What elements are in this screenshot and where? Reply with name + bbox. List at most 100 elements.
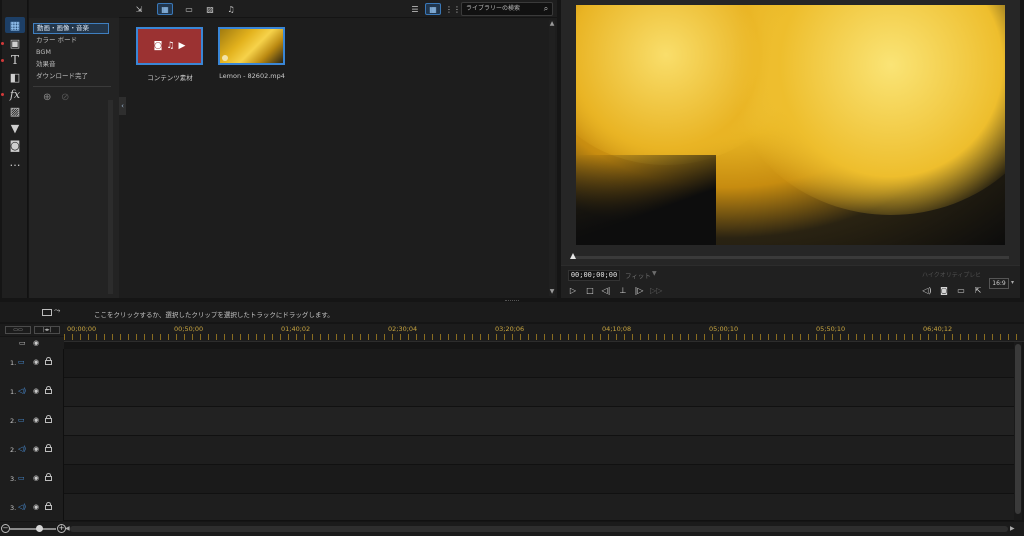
category-bgm[interactable]: BGM [33,47,109,58]
video-track-icon[interactable]: ▭ [18,474,25,482]
content-assets-tile[interactable]: ◙ ♫ ▶ [136,27,203,65]
eye-icon[interactable]: ◉ [33,358,39,366]
particle-icon[interactable]: ▼ [5,120,25,136]
scroll-down-icon[interactable]: ▼ [549,288,555,295]
track-lane[interactable] [65,465,1014,494]
effects-icon[interactable]: fx [5,86,25,102]
play-icon[interactable]: ▷ [567,285,579,296]
track-view-button[interactable]: ▭▭ [5,326,31,334]
scroll-up-icon[interactable]: ▲ [549,20,555,27]
eye-icon[interactable]: ◉ [33,503,39,511]
category-scrollbar[interactable] [108,100,113,294]
camera-snapshot-icon[interactable]: ◙ [938,285,950,296]
high-quality-preview-label[interactable]: ハイクオリティプレビュー [922,270,980,279]
scroll-right-icon[interactable]: ▶ [1010,525,1015,532]
preview-video-frame[interactable] [576,5,1005,245]
notification-dot [1,93,4,96]
color-board-icon[interactable]: ▣ [5,35,25,51]
audio-track-icon[interactable]: ◁) [18,503,26,511]
audio-track-icon[interactable]: ◁) [18,387,26,395]
subtitles-icon[interactable]: ▭ [955,285,967,296]
timeline-hint: ここをクリックするか、選択したクリップを選択したトラックにドラッグします。 [94,311,334,319]
previous-frame-icon[interactable]: ◁| [600,285,612,296]
pip-icon[interactable]: ▨ [5,103,25,119]
lock-icon[interactable] [45,502,52,510]
title-icon[interactable]: T [5,52,25,68]
chevron-down-icon[interactable]: ▼ [652,270,657,277]
eye-icon[interactable]: ◉ [33,387,39,395]
timeline-ruler[interactable]: 00;00;00 00;50;00 01;40;02 02;30;04 03;2… [64,324,1024,342]
lock-icon[interactable] [45,444,52,452]
aspect-ratio-button[interactable]: 16:9 [989,278,1009,289]
snapshot-range-icon[interactable]: ⊥ [617,285,629,296]
video-track-icon[interactable]: ▭ [18,358,25,366]
track-manager-icon[interactable] [42,309,52,316]
timeline-vertical-scrollbar[interactable] [1014,342,1022,520]
track-lane[interactable] [65,378,1014,407]
timeline-horizontal-scrollbar[interactable] [70,526,1008,532]
category-sound-effects[interactable]: 効果音 [33,59,109,70]
audio-track-icon[interactable]: ◁) [18,445,26,453]
track-number: 3. [10,475,17,483]
import-media-icon[interactable]: ⇲ [131,3,147,15]
details-view-icon[interactable]: ☰ [407,3,423,15]
eye-icon[interactable]: ◉ [33,416,39,424]
eye-icon[interactable]: ◉ [33,474,39,482]
fit-timeline-button[interactable]: |◂▸| [34,326,60,334]
transition-icon[interactable]: ◧ [5,69,25,85]
more-icon[interactable]: … [5,154,25,170]
ruler-label: 00;00;00 [67,325,97,333]
timecode-display[interactable]: 00;00;00;00 [568,270,620,281]
thumbnail-view-icon[interactable]: ▦ [425,3,441,15]
track-lane[interactable] [65,349,1014,378]
category-color-board[interactable]: カラー ボード [33,35,109,46]
track-lane[interactable] [65,407,1014,436]
library-scrollbar[interactable]: ▲ ▼ [549,20,555,296]
undock-icon[interactable]: ⇱ [972,285,984,296]
media-room-icon[interactable]: ▦ [5,17,25,33]
next-frame-icon[interactable]: |▷ [633,285,645,296]
library-menu-icon[interactable]: ⋮⋮ [445,3,461,15]
lock-icon[interactable] [45,386,52,394]
camera-icon: ◙ [153,41,163,51]
add-tag-icon[interactable]: ⊕ [43,92,51,103]
track-lane[interactable] [65,436,1014,465]
overlay-icon[interactable]: ◙ [5,137,25,153]
fast-forward-icon[interactable]: ▷▷ [650,285,662,296]
filter-image-icon[interactable]: ▨ [202,3,218,15]
track-row: 1. ▭ ◉ [0,349,1014,378]
category-downloaded[interactable]: ダウンロード完了 [33,71,109,82]
lock-icon[interactable] [45,473,52,481]
lemon-video-thumbnail[interactable] [218,27,285,65]
stop-icon[interactable]: □ [584,285,596,296]
playhead-marker[interactable] [570,253,576,259]
search-icon[interactable]: ⌕ [540,2,552,16]
track-lane[interactable] [65,494,1014,521]
volume-icon[interactable]: ◁) [921,285,933,296]
scroll-left-icon[interactable]: ◀ [65,525,70,532]
category-media[interactable]: 動画・画像・音楽 [33,23,109,34]
filter-all-icon[interactable]: ▦ [157,3,173,15]
eye-icon[interactable]: ◉ [33,445,39,453]
split-clip-icon[interactable]: ⤳ [54,306,60,316]
video-track-icon[interactable]: ▭ [18,416,25,424]
lock-icon[interactable] [45,357,52,365]
zoom-out-icon[interactable]: − [1,524,10,533]
chevron-down-icon[interactable]: ▾ [1011,279,1014,286]
ruler-ticks [64,334,1024,340]
collapse-panel-button[interactable]: ‹ [119,97,126,115]
remove-tag-icon[interactable]: ⊘ [61,92,69,103]
preview-panel: 00;00;00;00 フィット ▼ ハイクオリティプレビュー 16:9 ▾ ▷… [561,0,1020,298]
scroll-thumb[interactable] [1015,344,1021,514]
zoom-slider-handle[interactable] [36,525,43,532]
filter-video-icon[interactable]: ▭ [181,3,197,15]
eye-icon[interactable]: ◉ [33,339,39,347]
lock-icon[interactable] [45,415,52,423]
preview-scrubber[interactable] [573,256,1009,259]
track-video-toggle-icon[interactable]: ▭ [19,339,26,347]
ruler-label: 03;20;06 [495,325,525,333]
filter-music-icon[interactable]: ♫ [223,3,239,15]
zoom-slider[interactable] [10,528,56,530]
video-icon: ▶ [178,41,186,51]
ruler-controls: ▭▭ |◂▸| [0,324,64,336]
